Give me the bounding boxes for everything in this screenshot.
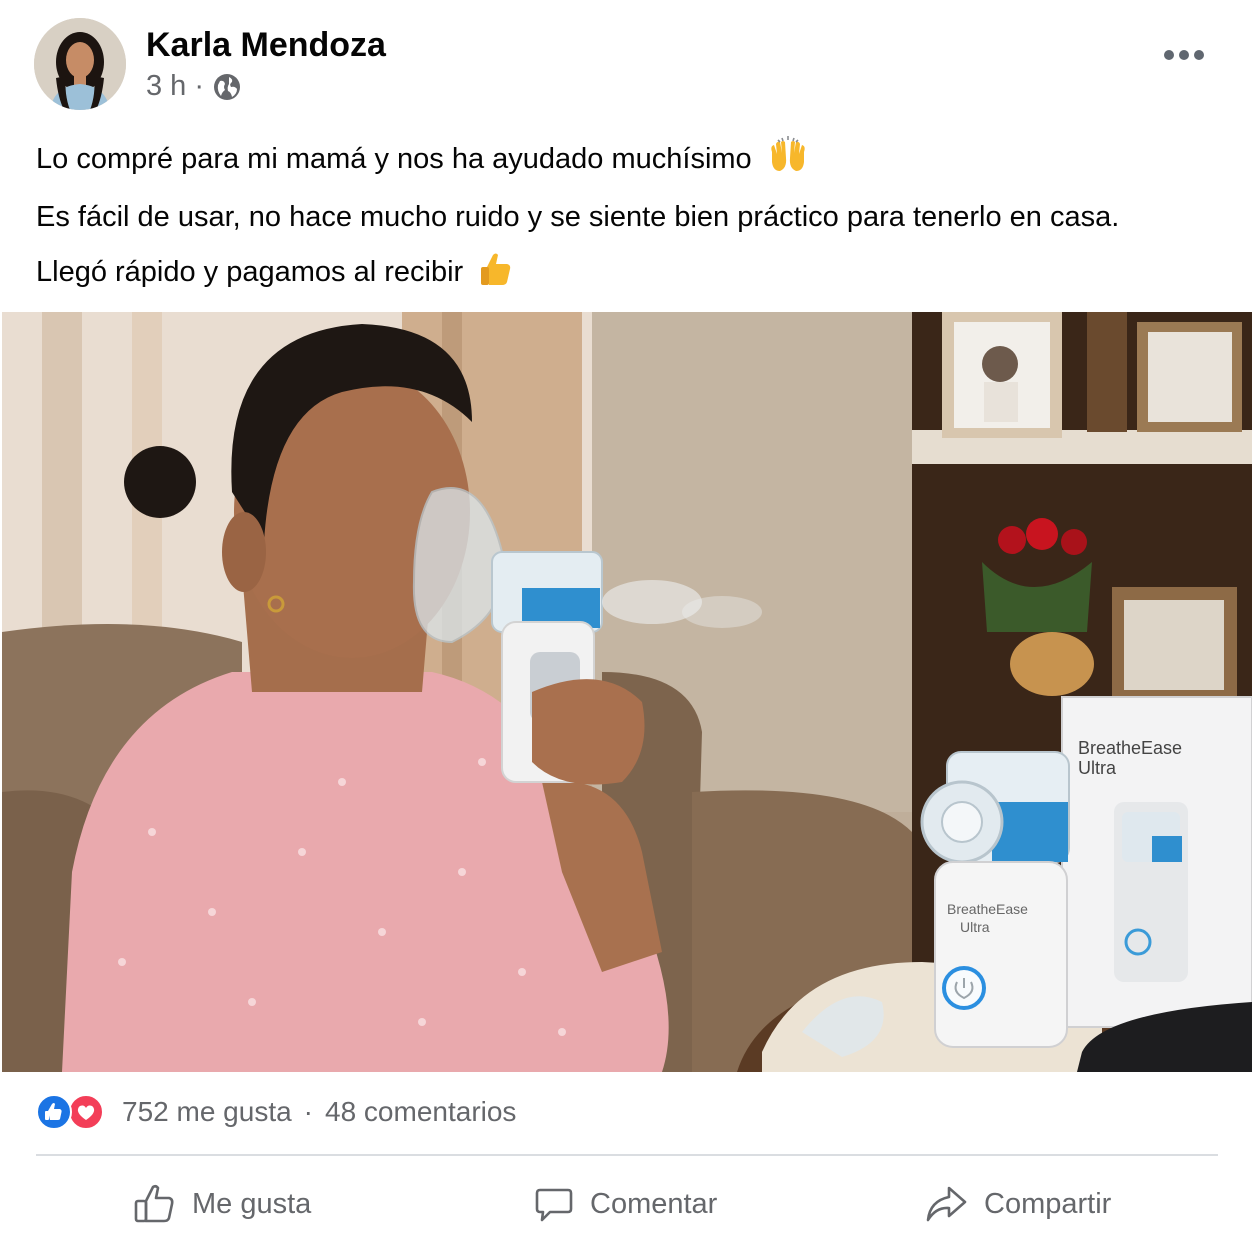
like-reaction-icon bbox=[36, 1094, 72, 1130]
comment-button[interactable]: Comentar bbox=[534, 1176, 717, 1232]
thumbs-up-outline-icon bbox=[134, 1184, 174, 1223]
meta-dot: · bbox=[194, 70, 204, 102]
share-button-label: Compartir bbox=[984, 1187, 1112, 1220]
more-options-icon[interactable] bbox=[1164, 40, 1204, 70]
avatar-image bbox=[34, 18, 126, 110]
divider bbox=[36, 1154, 1218, 1156]
thumbs-up-icon bbox=[481, 253, 511, 285]
nebulizer-photo-illustration: BreatheEase Ultra BreatheEase Ultra bbox=[2, 312, 1252, 1072]
comment-bubble-icon bbox=[535, 1188, 573, 1222]
raising-hands-icon bbox=[771, 136, 805, 171]
post-text-line-1: Lo compré para mi mamá y nos ha ayudado … bbox=[36, 136, 808, 176]
more-dot bbox=[1194, 50, 1204, 60]
post-photo[interactable]: BreatheEase Ultra BreatheEase Ultra bbox=[2, 312, 1252, 1072]
share-arrow-icon bbox=[926, 1186, 967, 1222]
avatar[interactable] bbox=[34, 18, 126, 110]
post-text-line-3: Llegó rápido y pagamos al recibir bbox=[36, 251, 513, 289]
love-reaction-icon bbox=[68, 1094, 104, 1130]
post-meta: 3 h · bbox=[146, 70, 242, 103]
likes-count[interactable]: 752 me gusta bbox=[122, 1096, 292, 1128]
post-text: Llegó rápido y pagamos al recibir bbox=[36, 256, 464, 288]
like-button[interactable]: Me gusta bbox=[132, 1176, 311, 1232]
facebook-post: Karla Mendoza 3 h · Lo compré para mi ma… bbox=[0, 0, 1254, 1254]
share-button[interactable]: Compartir bbox=[924, 1176, 1111, 1232]
comments-count[interactable]: 48 comentarios bbox=[325, 1096, 516, 1128]
post-time[interactable]: 3 h bbox=[146, 70, 186, 103]
stats-separator: · bbox=[303, 1096, 313, 1127]
reaction-stats: 752 me gusta · 48 comentarios bbox=[36, 1092, 516, 1132]
more-dot bbox=[1179, 50, 1189, 60]
reaction-icons[interactable] bbox=[36, 1092, 108, 1132]
post-text: Lo compré para mi mamá y nos ha ayudado … bbox=[36, 143, 752, 175]
more-dot bbox=[1164, 50, 1174, 60]
globe-icon[interactable] bbox=[212, 72, 242, 102]
author-name[interactable]: Karla Mendoza bbox=[146, 26, 386, 65]
box-model: Ultra bbox=[1078, 758, 1117, 778]
like-button-label: Me gusta bbox=[192, 1187, 312, 1220]
device-brand: BreatheEase bbox=[947, 901, 1028, 917]
box-brand: BreatheEase bbox=[1078, 738, 1182, 758]
comment-button-label: Comentar bbox=[590, 1187, 718, 1220]
post-text-line-2: Es fácil de usar, no hace mucho ruido y … bbox=[36, 201, 1120, 233]
device-model: Ultra bbox=[960, 919, 990, 935]
